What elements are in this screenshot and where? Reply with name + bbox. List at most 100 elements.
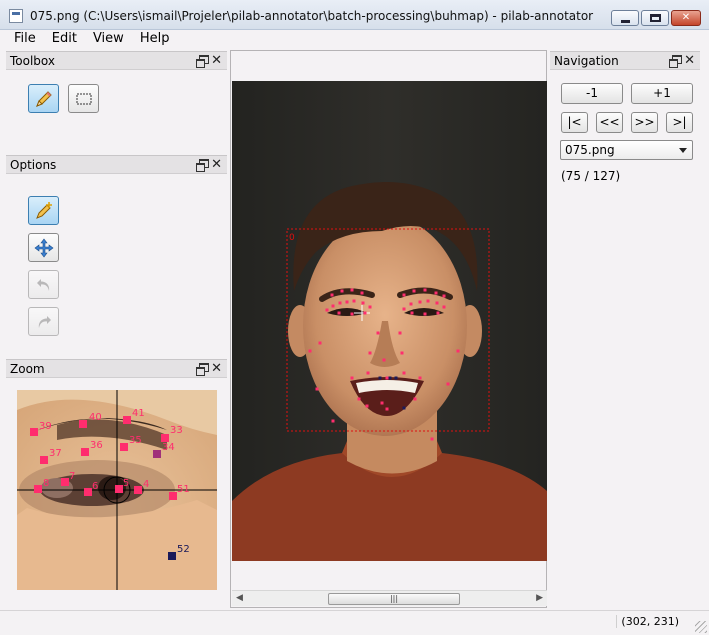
face-landmark-point[interactable] (315, 387, 319, 391)
pencil-tool-button[interactable] (28, 84, 59, 113)
rectangle-select-button[interactable] (68, 84, 99, 113)
face-landmark-point[interactable] (412, 289, 416, 293)
scroll-left-icon[interactable]: ◀ (236, 593, 243, 603)
face-landmark-point[interactable] (400, 351, 404, 355)
zoom-landmark-point[interactable] (123, 416, 131, 424)
menu-help[interactable]: Help (132, 30, 178, 48)
face-landmark-point[interactable] (365, 404, 369, 408)
scroll-thumb[interactable]: ||| (328, 593, 460, 605)
face-landmark-point[interactable] (388, 376, 392, 380)
face-landmark-point[interactable] (446, 382, 450, 386)
face-landmark-point[interactable] (340, 289, 344, 293)
image-view[interactable]: 0 ◀ ||| ▶ (230, 50, 547, 608)
face-landmark-point[interactable] (436, 311, 440, 315)
face-landmark-point[interactable] (423, 288, 427, 292)
face-landmark-point[interactable] (430, 437, 434, 441)
zoom-view[interactable]: 39 40 41 33 37 36 35 34 8 7 6 5 4 51 52 (17, 390, 217, 590)
face-landmark-point[interactable] (368, 305, 372, 309)
prev-image-button[interactable]: -1 (561, 83, 623, 104)
add-point-button[interactable] (28, 196, 59, 225)
face-landmark-point[interactable] (435, 301, 439, 305)
close-icon[interactable]: ✕ (211, 53, 222, 68)
face-landmark-point[interactable] (385, 407, 389, 411)
face-landmark-point[interactable] (318, 341, 322, 345)
face-landmark-point[interactable] (378, 376, 382, 380)
face-landmark-point[interactable] (361, 301, 365, 305)
zoom-landmark-point[interactable] (79, 420, 87, 428)
face-landmark-point[interactable] (413, 397, 417, 401)
face-landmark-point[interactable] (402, 293, 406, 297)
face-landmark-point[interactable] (402, 406, 406, 410)
last-image-button[interactable]: >| (666, 112, 693, 133)
face-landmark-point[interactable] (426, 299, 430, 303)
zoom-landmark-point[interactable] (30, 428, 38, 436)
face-landmark-point[interactable] (345, 300, 349, 304)
undo-button[interactable] (28, 270, 59, 299)
face-landmark-point[interactable] (402, 307, 406, 311)
zoom-landmark-point[interactable] (161, 434, 169, 442)
close-icon[interactable]: ✕ (211, 361, 222, 376)
next-image-button[interactable]: +1 (631, 83, 693, 104)
face-landmark-point[interactable] (331, 419, 335, 423)
zoom-landmark-point[interactable] (84, 488, 92, 496)
face-landmark-point[interactable] (418, 376, 422, 380)
zoom-landmark-point[interactable] (40, 456, 48, 464)
face-landmark-point[interactable] (456, 349, 460, 353)
face-landmark-point[interactable] (394, 376, 398, 380)
face-landmark-point[interactable] (368, 351, 372, 355)
face-landmark-point[interactable] (442, 305, 446, 309)
face-landmark-point[interactable] (423, 312, 427, 316)
face-landmark-point[interactable] (382, 358, 386, 362)
close-icon[interactable]: ✕ (684, 53, 695, 68)
face-landmark-point[interactable] (398, 331, 402, 335)
minimize-button[interactable] (611, 10, 639, 26)
face-landmark-point[interactable] (409, 302, 413, 306)
redo-button[interactable] (28, 307, 59, 336)
zoom-landmark-point[interactable] (115, 485, 123, 493)
face-landmark-point[interactable] (352, 299, 356, 303)
zoom-landmark-point[interactable] (168, 552, 176, 560)
zoom-landmark-point[interactable] (81, 448, 89, 456)
face-landmark-point[interactable] (350, 312, 354, 316)
file-select[interactable]: 075.png (560, 140, 693, 160)
menu-edit[interactable]: Edit (44, 30, 85, 48)
close-icon[interactable]: ✕ (211, 157, 222, 172)
face-landmark-point[interactable] (337, 311, 341, 315)
face-landmark-point[interactable] (357, 397, 361, 401)
skip-forward-button[interactable]: >> (631, 112, 658, 133)
face-landmark-point[interactable] (350, 376, 354, 380)
first-image-button[interactable]: |< (561, 112, 588, 133)
menu-file[interactable]: File (6, 30, 44, 48)
face-landmark-point[interactable] (418, 300, 422, 304)
face-landmark-point[interactable] (380, 401, 384, 405)
zoom-landmark-point[interactable] (120, 443, 128, 451)
face-landmark-point[interactable] (385, 376, 389, 380)
face-landmark-point[interactable] (350, 288, 354, 292)
float-icon[interactable] (196, 55, 209, 68)
horizontal-scrollbar[interactable]: ◀ ||| ▶ (232, 590, 547, 606)
face-landmark-point[interactable] (338, 301, 342, 305)
float-icon[interactable] (669, 55, 682, 68)
face-landmark-point[interactable] (325, 308, 329, 312)
face-landmark-point[interactable] (376, 331, 380, 335)
face-landmark-point[interactable] (308, 349, 312, 353)
float-icon[interactable] (196, 159, 209, 172)
zoom-landmark-point[interactable] (61, 478, 69, 486)
skip-back-button[interactable]: << (596, 112, 623, 133)
float-icon[interactable] (196, 363, 209, 376)
zoom-landmark-point[interactable] (169, 492, 177, 500)
zoom-landmark-point[interactable] (153, 450, 161, 458)
zoom-landmark-point[interactable] (134, 486, 142, 494)
face-landmark-point[interactable] (410, 311, 414, 315)
close-button[interactable]: ✕ (671, 10, 701, 26)
resize-grip-icon[interactable] (695, 621, 707, 633)
maximize-button[interactable] (641, 10, 669, 26)
face-landmark-point[interactable] (366, 371, 370, 375)
face-landmark-point[interactable] (442, 294, 446, 298)
face-landmark-point[interactable] (331, 304, 335, 308)
zoom-landmark-point[interactable] (34, 485, 42, 493)
face-landmark-point[interactable] (402, 371, 406, 375)
move-point-button[interactable] (28, 233, 59, 262)
face-photo[interactable]: 0 (232, 81, 547, 561)
face-landmark-point[interactable] (363, 311, 367, 315)
